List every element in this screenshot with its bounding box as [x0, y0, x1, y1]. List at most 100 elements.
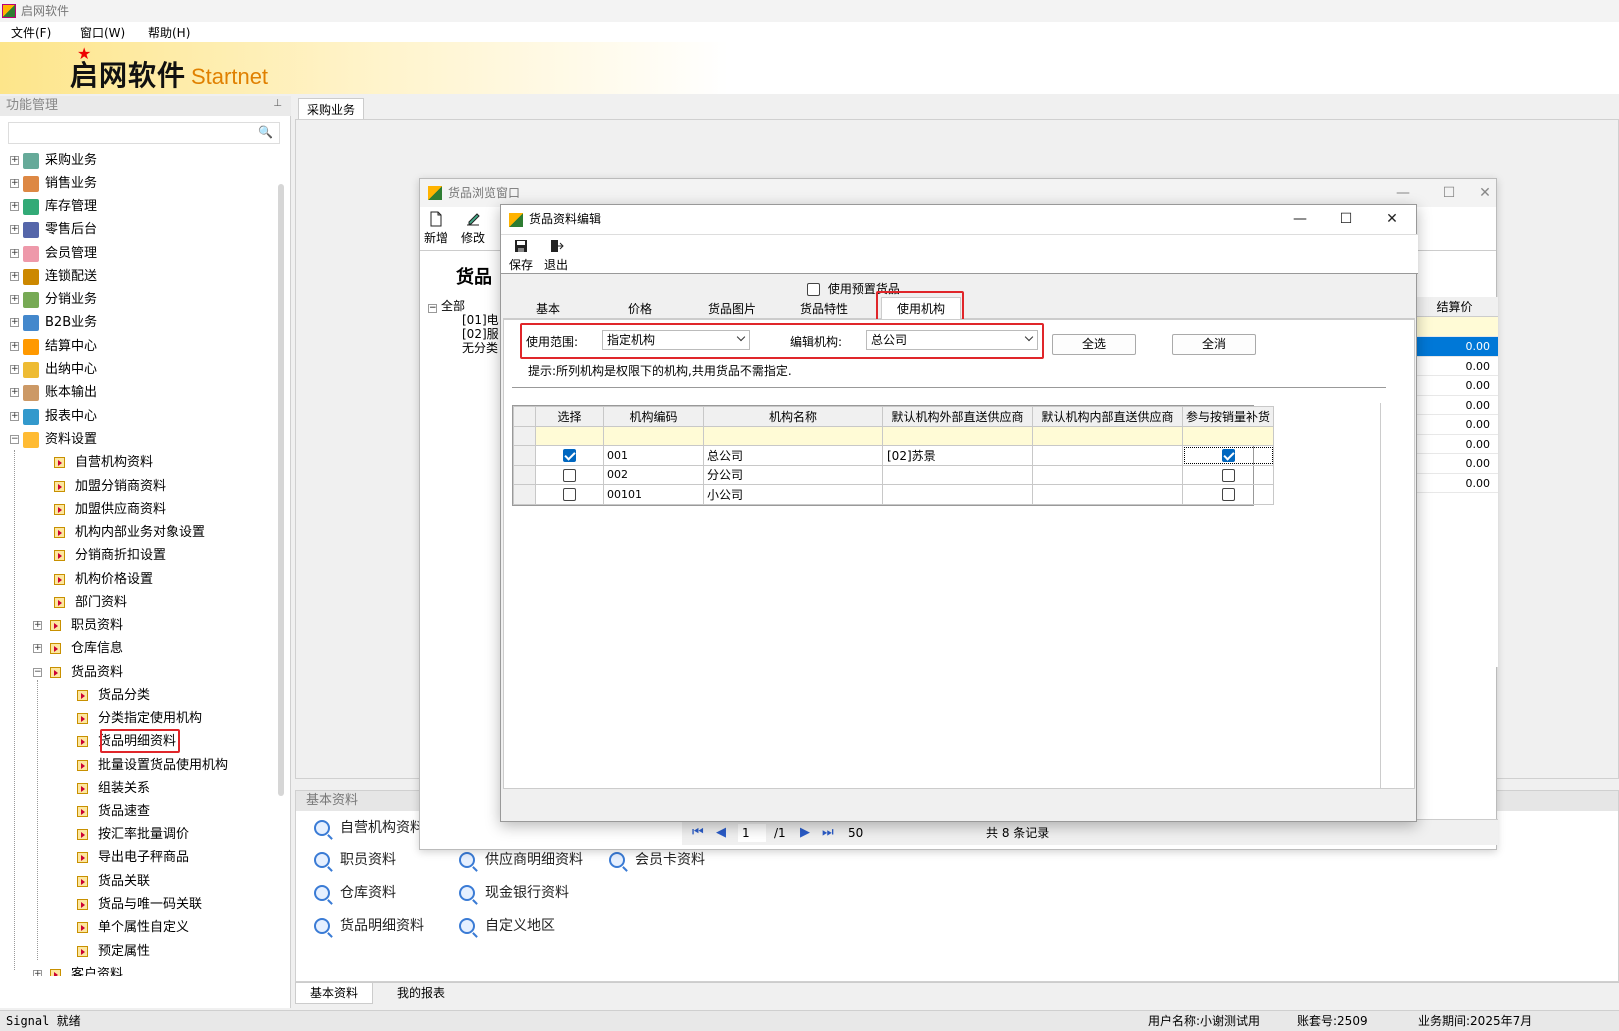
col-int-supplier[interactable]: 默认机构内部直送供应商 [1032, 406, 1183, 427]
ext-supplier-cell[interactable] [882, 484, 1033, 505]
scope-select[interactable]: 指定机构 [602, 330, 750, 350]
settings-item-2[interactable]: 加盟分销商资料 [54, 476, 166, 498]
tree-item-5[interactable]: + 会员管理 [10, 243, 97, 265]
select-checkbox[interactable] [563, 488, 576, 502]
link-cash-bank[interactable]: 现金银行资料 [459, 882, 569, 902]
replenish-cell[interactable] [1182, 445, 1274, 466]
goods-item-1[interactable]: 货品分类 [77, 685, 150, 707]
int-supplier-cell[interactable] [1032, 484, 1183, 505]
settings-item-4[interactable]: 机构内部业务对象设置 [54, 522, 205, 544]
tree-item-10[interactable]: + 出纳中心 [10, 359, 97, 381]
int-supplier-cell[interactable] [1032, 464, 1183, 485]
tab-price[interactable]: 价格 [595, 299, 685, 319]
settings-item-10[interactable]: − 货品资料 [33, 662, 123, 684]
link-self-org[interactable]: 自营机构资料 [314, 817, 424, 837]
tab-purchase[interactable]: 采购业务 [298, 98, 365, 120]
tab-my-reports[interactable]: 我的报表 [383, 983, 459, 1004]
tab-basic[interactable]: 基本 [503, 299, 593, 319]
goods-item-9[interactable]: 货品关联 [77, 871, 150, 893]
link-warehouse[interactable]: 仓库资料 [314, 882, 396, 902]
org-select[interactable]: 总公司 [866, 330, 1038, 350]
price-cell[interactable]: 0.00 [1411, 396, 1498, 415]
tree-item-11[interactable]: + 账本输出 [10, 382, 97, 404]
menu-window[interactable]: 窗口(W) [80, 24, 125, 41]
maximize-icon[interactable]: ☐ [1426, 179, 1472, 207]
tree-item-3[interactable]: + 库存管理 [10, 196, 97, 218]
minimize-icon[interactable]: — [1277, 205, 1323, 234]
int-supplier-cell[interactable] [1032, 445, 1183, 466]
menu-help[interactable]: 帮助(H) [148, 24, 190, 41]
settings-item-9[interactable]: + 仓库信息 [33, 638, 123, 660]
replenish-checkbox[interactable] [1221, 468, 1235, 482]
select-all-button[interactable]: 全选 [1052, 334, 1136, 355]
tab-images[interactable]: 货品图片 [687, 299, 777, 319]
col-org-code[interactable]: 机构编码 [603, 406, 704, 427]
preset-goods-checkbox[interactable] [807, 283, 820, 296]
tree-item-13[interactable]: − 资料设置 [10, 429, 97, 451]
price-cell[interactable]: 0.00 [1411, 376, 1498, 396]
settings-item-3[interactable]: 加盟供应商资料 [54, 499, 166, 521]
next-page-icon[interactable]: ▶ [800, 820, 810, 846]
edit-button[interactable]: 修改 [461, 211, 485, 246]
select-cell[interactable] [535, 445, 604, 466]
filter-row[interactable] [1411, 317, 1498, 337]
save-button[interactable]: 保存 [509, 238, 533, 273]
goods-item-2[interactable]: 分类指定使用机构 [77, 708, 202, 730]
tree-item-12[interactable]: + 报表中心 [10, 406, 97, 428]
price-cell[interactable]: 0.00 [1411, 337, 1498, 357]
link-goods-detail[interactable]: 货品明细资料 [314, 915, 424, 935]
col-ext-supplier[interactable]: 默认机构外部直送供应商 [882, 406, 1033, 427]
org-row[interactable]: 002 分公司 [513, 464, 1274, 485]
expand-icon[interactable]: + [10, 249, 19, 258]
price-cell[interactable]: 0.00 [1411, 415, 1498, 435]
tree-node-none[interactable]: 无分类 [462, 339, 498, 356]
col-select[interactable]: 选择 [535, 406, 604, 427]
expand-icon[interactable]: + [10, 342, 19, 351]
replenish-checkbox[interactable] [1221, 449, 1235, 463]
exit-button[interactable]: 退出 [544, 238, 568, 273]
tree-item-4[interactable]: + 零售后台 [10, 219, 97, 241]
filter-row[interactable] [513, 425, 1274, 446]
goods-item-7[interactable]: 按汇率批量调价 [77, 824, 189, 846]
select-cell[interactable] [535, 484, 604, 505]
replenish-cell[interactable] [1182, 464, 1274, 485]
settings-item-7[interactable]: 部门资料 [54, 592, 127, 614]
price-cell[interactable]: 0.00 [1411, 474, 1498, 493]
collapse-icon[interactable]: − [10, 435, 19, 444]
last-page-icon[interactable]: ⏭ [822, 820, 834, 846]
tab-features[interactable]: 货品特性 [779, 299, 869, 319]
tree-root[interactable]: − 全部 [428, 297, 465, 314]
page-input[interactable]: 1 [738, 824, 766, 842]
expand-icon[interactable]: + [33, 621, 42, 630]
goods-item-6[interactable]: 货品速查 [77, 801, 150, 823]
prev-page-icon[interactable]: ◀ [716, 820, 726, 846]
expand-icon[interactable]: + [10, 388, 19, 397]
expand-icon[interactable]: + [10, 412, 19, 421]
tree-item-7[interactable]: + 分销业务 [10, 289, 97, 311]
menu-file[interactable]: 文件(F) [11, 24, 51, 41]
link-supplier[interactable]: 供应商明细资料 [459, 849, 583, 869]
col-replenish[interactable]: 参与按销量补货 [1182, 406, 1274, 427]
ext-supplier-cell[interactable]: [02]苏景 [882, 445, 1033, 466]
expand-icon[interactable]: + [10, 318, 19, 327]
expand-icon[interactable]: + [10, 295, 19, 304]
select-cell[interactable] [535, 464, 604, 485]
settings-item-customer[interactable]: + 客户资料 [33, 964, 123, 976]
select-checkbox[interactable] [563, 449, 576, 463]
collapse-icon[interactable]: − [33, 668, 42, 677]
ext-supplier-cell[interactable] [882, 464, 1033, 485]
pin-icon[interactable]: ⊥ [273, 98, 282, 109]
first-page-icon[interactable]: ⏮ [692, 820, 704, 846]
replenish-cell[interactable] [1182, 484, 1274, 505]
select-checkbox[interactable] [563, 468, 576, 482]
new-button[interactable]: 新增 [424, 211, 448, 246]
expand-icon[interactable]: + [10, 156, 19, 165]
expand-icon[interactable]: + [10, 272, 19, 281]
minimize-icon[interactable]: — [1380, 179, 1426, 207]
settings-item-1[interactable]: 自营机构资料 [54, 452, 153, 474]
settings-item-6[interactable]: 机构价格设置 [54, 569, 153, 591]
goods-item-11[interactable]: 单个属性自定义 [77, 917, 189, 939]
tab-basic-data[interactable]: 基本资料 [295, 983, 374, 1004]
expand-icon[interactable]: + [10, 202, 19, 211]
org-row[interactable]: 001 总公司 [02]苏景 [513, 445, 1274, 466]
